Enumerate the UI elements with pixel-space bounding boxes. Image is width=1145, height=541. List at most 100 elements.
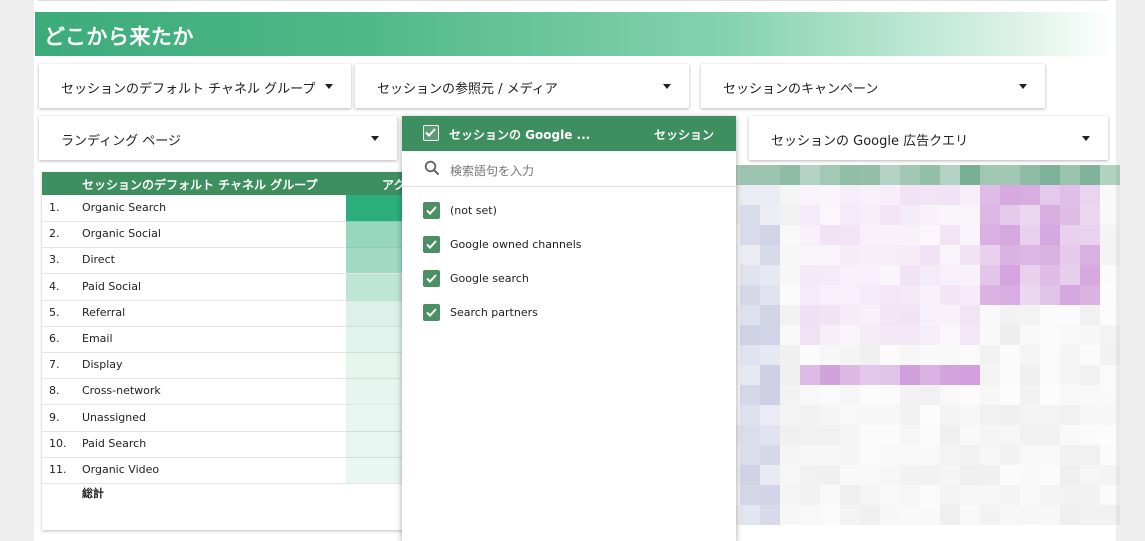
heatmap-tile [820,465,840,485]
heatmap-tile [740,205,760,225]
heatmap-tile [840,225,860,245]
heatmap-tile [840,245,860,265]
heatmap-tile [820,345,840,365]
heatmap-tile [880,385,900,405]
table-row[interactable]: 9. Unassigned [42,404,422,432]
heatmap-tile [1000,345,1020,365]
heatmap-tile [1000,425,1020,445]
row-number: 2. [49,227,60,241]
heatmap-tile [840,165,860,185]
heatmap-tile [960,265,980,285]
heatmap-tile [1060,345,1080,365]
heatmap-tile [820,405,840,425]
heatmap-tile [740,285,760,305]
filter-channel-group[interactable]: セッションのデフォルト チャネル グループ [39,64,351,108]
heatmap-tile [800,185,820,205]
dropdown-header-metric[interactable]: セッション [654,126,714,143]
heatmap-tile [820,425,840,445]
heatmap-tile [940,485,960,505]
heatmap-tile [940,265,960,285]
heatmap-tile [1040,325,1060,345]
heatmap-tile [800,425,820,445]
filter-campaign[interactable]: セッションのキャンペーン [701,64,1045,108]
heatmap-tile [740,345,760,365]
section-title: どこから来たか [44,25,194,49]
heatmap-tile [860,405,880,425]
heatmap-tile [980,345,1000,365]
option-checkbox[interactable] [423,236,440,253]
table-row[interactable]: 5. Referral [42,299,422,327]
heatmap-tile [760,185,780,205]
heatmap-tile [780,485,800,505]
heatmap-tile [1080,165,1100,185]
filter-google-ads-query[interactable]: セッションの Google 広告クエリ [749,116,1108,160]
heatmap-tile [860,365,880,385]
heatmap-tile [860,265,880,285]
row-number: 4. [49,279,60,293]
table-row[interactable]: 1. Organic Search [42,195,422,222]
dropdown-header: セッションの Google ... セッション [402,116,736,151]
heatmap-tile [760,385,780,405]
heatmap-tile [940,205,960,225]
heatmap-tile [960,305,980,325]
dropdown-option[interactable]: Google search [402,262,736,296]
heatmap-tile [900,425,920,445]
heatmap-tile [900,465,920,485]
heatmap-tile [940,185,960,205]
table-row[interactable]: 3. Direct [42,247,422,275]
caret-down-icon [663,84,671,89]
heatmap-tile [1020,165,1040,185]
heatmap-tile [880,465,900,485]
heatmap-tile [900,445,920,465]
heatmap-tile [840,325,860,345]
heatmap-tile [960,425,980,445]
heatmap-tile [1020,325,1040,345]
heatmap-tile [960,505,980,525]
table-row[interactable]: 11. Organic Video [42,457,422,484]
dropdown-header-label: セッションの Google ... [449,128,591,142]
heatmap-tile [820,505,840,525]
heatmap-tile [900,285,920,305]
heatmap-tile [740,425,760,445]
table-row[interactable]: 8. Cross-network [42,378,422,406]
table-row[interactable]: 7. Display [42,352,422,380]
heatmap-tile [1020,185,1040,205]
heatmap-tile [860,245,880,265]
heatmap-tile [880,285,900,305]
dropdown-search[interactable]: 検索語句を入力 [402,151,736,187]
table-row[interactable]: 4. Paid Social [42,273,422,301]
heatmap-tile [1000,245,1020,265]
heatmap-tile [900,365,920,385]
filter-landing-page[interactable]: ランディング ページ [39,116,397,160]
heatmap-tile [780,385,800,405]
dropdown-option[interactable]: (not set) [402,194,736,228]
dropdown-option[interactable]: Search partners [402,296,736,330]
dropdown-option[interactable]: Google owned channels [402,228,736,262]
heatmap-tile [840,205,860,225]
heatmap-tile [780,285,800,305]
heatmap-tile [1020,405,1040,425]
heatmap-tile [880,365,900,385]
heatmap-tile [1020,505,1040,525]
option-checkbox[interactable] [423,270,440,287]
heatmap-tile [780,445,800,465]
table-row[interactable]: 6. Email [42,326,422,353]
select-all-checkbox[interactable] [423,125,439,141]
heatmap-tile [1000,485,1020,505]
heatmap-tile [1040,445,1060,465]
heatmap-tile [960,345,980,365]
heatmap-tile [980,385,1000,405]
table-row[interactable]: 10. Paid Search [42,430,422,458]
heatmap-tile [740,305,760,325]
heatmap-tile [780,185,800,205]
heatmap-tile [840,285,860,305]
heatmap-tile [1040,245,1060,265]
heatmap-tile [1060,285,1080,305]
option-checkbox[interactable] [423,304,440,321]
option-checkbox[interactable] [423,202,440,219]
table-row[interactable]: 2. Organic Social [42,221,422,249]
heatmap-tile [900,165,920,185]
column-header-channel[interactable]: セッションのデフォルト チャネル グループ [82,176,318,193]
heatmap-tile [1000,445,1020,465]
filter-source-medium[interactable]: セッションの参照元 / メディア [355,64,689,108]
